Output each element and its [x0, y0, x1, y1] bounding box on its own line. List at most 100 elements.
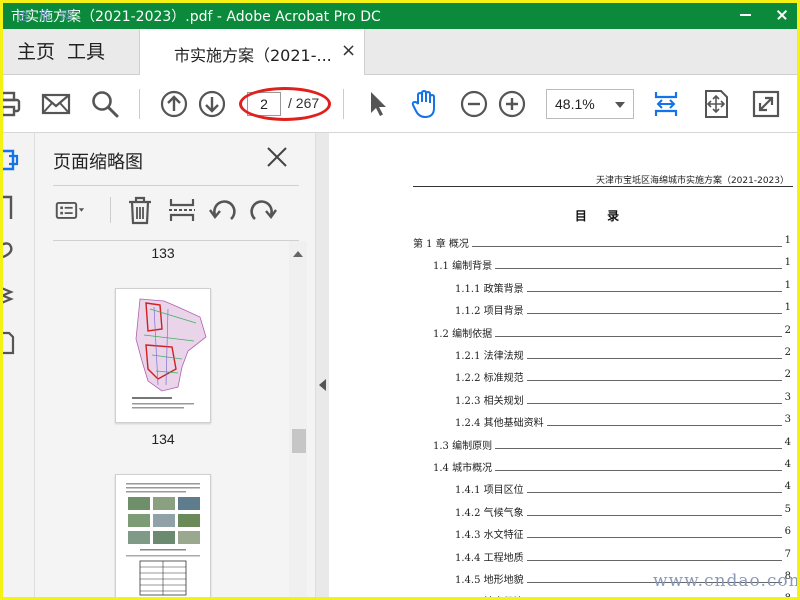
toolbar: 2 / 267 48.1% [3, 75, 797, 133]
rotate-right-icon[interactable] [249, 193, 279, 227]
toc-entry-label: 1.1.2 项目背景 [455, 306, 524, 318]
toc-entry-page: 1 [784, 302, 791, 314]
options-menu-icon[interactable] [55, 193, 85, 227]
page-down-icon[interactable] [197, 89, 227, 119]
watermark-bottom: www.cndao.com [653, 571, 800, 591]
toc-entry[interactable]: 1.2.4 其他基础资料 3 [455, 414, 791, 430]
toc-leader [527, 537, 782, 539]
toc-leader [527, 514, 782, 516]
toc-entry-page: 2 [784, 347, 791, 358]
thumbnails-panel: 页面缩略图 133 134 [35, 133, 315, 597]
title-bar: 市实施方案（2021-2023）.pdf - Adobe Acrobat Pro… [3, 3, 797, 29]
toc-entry-label: 1.4.1 项目区位 [455, 485, 524, 497]
toc-entry[interactable]: 1.3 编制原则 4 [433, 437, 791, 453]
toc-leader [527, 380, 782, 382]
document-view[interactable]: 天津市宝坻区海绵城市实施方案（2021-2023） 目 录 第 1 章 概况 1 1… [329, 133, 797, 600]
toc-entry[interactable]: 1.4.2 气候气象 5 [455, 504, 791, 520]
toc-entry[interactable]: 1.1 编制背景 1 [433, 257, 791, 273]
toc-entry[interactable]: 1.2 编制依据 2 [433, 325, 791, 341]
toc-title: 目 录 [574, 209, 628, 223]
fit-width-icon[interactable] [651, 89, 681, 119]
toc-entry-label: 1.2.3 相关规划 [455, 395, 524, 407]
thumbnail-scrollbar[interactable] [289, 241, 307, 597]
close-tab-icon[interactable]: × [341, 40, 356, 61]
toc-leader [527, 313, 782, 315]
toc-leader [495, 268, 782, 270]
insert-page-icon[interactable] [167, 193, 197, 227]
toc-entry[interactable]: 1.4.1 项目区位 4 [455, 481, 791, 497]
toc-entry-page: 1 [784, 257, 791, 269]
scroll-up-icon[interactable] [293, 251, 303, 257]
toc-leader [527, 358, 782, 359]
toc-entry[interactable]: 1.4.3 水文特征 6 [455, 526, 791, 542]
close-window-button[interactable] [767, 3, 797, 29]
thumbnail-map-image [132, 298, 207, 409]
toolbar-separator [139, 89, 140, 119]
thumbnail-page-label: 133 [151, 245, 175, 261]
thumbnail-page[interactable] [115, 474, 211, 597]
page-thumbnails-icon[interactable] [0, 147, 21, 173]
document-tab-label: 市实施方案（2021-... [174, 46, 332, 65]
toc-entry[interactable]: 1.2.2 标准规范 2 [455, 369, 791, 385]
mail-icon[interactable] [41, 89, 71, 119]
trash-icon[interactable] [125, 193, 155, 227]
panel-splitter[interactable] [315, 133, 329, 597]
toc-entry[interactable]: 1.2.3 相关规划 3 [455, 392, 791, 408]
toc-leader [527, 492, 782, 494]
collapse-panel-icon[interactable] [319, 379, 326, 391]
toc-entry[interactable]: 1.4.4 工程地质 7 [455, 549, 791, 565]
tab-home[interactable]: 主页 [3, 29, 55, 75]
layers-icon[interactable] [0, 283, 19, 309]
toc-entry-page: 2 [784, 324, 791, 336]
rotate-left-icon[interactable] [207, 193, 237, 227]
hand-tool-icon[interactable] [409, 89, 439, 119]
toc-leader [495, 335, 782, 337]
toc-entry-label: 1.1.1 政策背景 [455, 283, 524, 295]
toc-entry-page: 4 [784, 481, 791, 493]
toc-entry[interactable]: 1.2.1 法律法规 2 [455, 347, 791, 363]
toc-entry-page: 8 [784, 593, 791, 600]
toc-leader [547, 425, 782, 427]
toc-entry-label: 1.4.6 社会经济 [455, 593, 524, 597]
scrollbar-thumb[interactable] [292, 429, 306, 453]
toc-entry[interactable]: 第 1 章 概况 1 [413, 235, 791, 251]
toc-entry[interactable]: 1.1.1 政策背景 1 [455, 280, 791, 296]
thumbnail-page[interactable] [115, 288, 211, 423]
toc-entry-label: 1.2 编制依据 [433, 328, 493, 340]
toc-entry[interactable]: 1.4.6 社会经济 8 [455, 593, 791, 600]
chevron-down-icon [615, 102, 625, 108]
toc-entry-label: 1.4.5 地形地貌 [455, 575, 524, 586]
toc-leader [527, 559, 782, 561]
tab-document[interactable]: 市实施方案（2021-... × [139, 29, 365, 75]
panel-title: 页面缩略图 [53, 152, 143, 173]
toc-entry-label: 1.4 城市概况 [433, 463, 493, 474]
zoom-out-icon[interactable] [459, 89, 489, 119]
fit-page-icon[interactable] [701, 89, 731, 119]
print-icon[interactable] [0, 89, 23, 119]
toc-entry-page: 5 [784, 503, 791, 515]
close-icon[interactable] [265, 145, 289, 169]
toc-entry-page: 1 [784, 279, 791, 291]
full-screen-icon[interactable] [751, 89, 781, 119]
toc-entry[interactable]: 1.4 城市概况 4 [433, 459, 791, 475]
toc-leader [495, 470, 782, 471]
tab-tools[interactable]: 工具 [67, 29, 105, 75]
thumbnail-list: 133 134 [53, 241, 289, 597]
zoom-in-icon[interactable] [497, 89, 527, 119]
attachment-icon[interactable] [0, 239, 19, 263]
search-icon[interactable] [90, 89, 120, 119]
bookmark-icon[interactable] [0, 195, 19, 221]
toc-leader [527, 402, 782, 404]
toc-leader [495, 447, 782, 449]
toc-entry[interactable]: 1.1.2 项目背景 1 [455, 302, 791, 318]
thumbnail-page-label: 134 [151, 431, 175, 447]
toc-entry-page: 3 [784, 391, 791, 403]
page-up-icon[interactable] [159, 89, 189, 119]
minimize-button[interactable] [731, 3, 761, 29]
toc-entry-label: 1.4.3 水文特征 [455, 530, 524, 542]
zoom-select[interactable]: 48.1% [546, 89, 634, 119]
document-icon[interactable] [0, 329, 19, 355]
toc-entry-page: 6 [784, 526, 791, 538]
app-window: 市实施方案（2021-2023）.pdf - Adobe Acrobat Pro… [0, 0, 800, 600]
select-arrow-icon[interactable] [363, 89, 393, 119]
